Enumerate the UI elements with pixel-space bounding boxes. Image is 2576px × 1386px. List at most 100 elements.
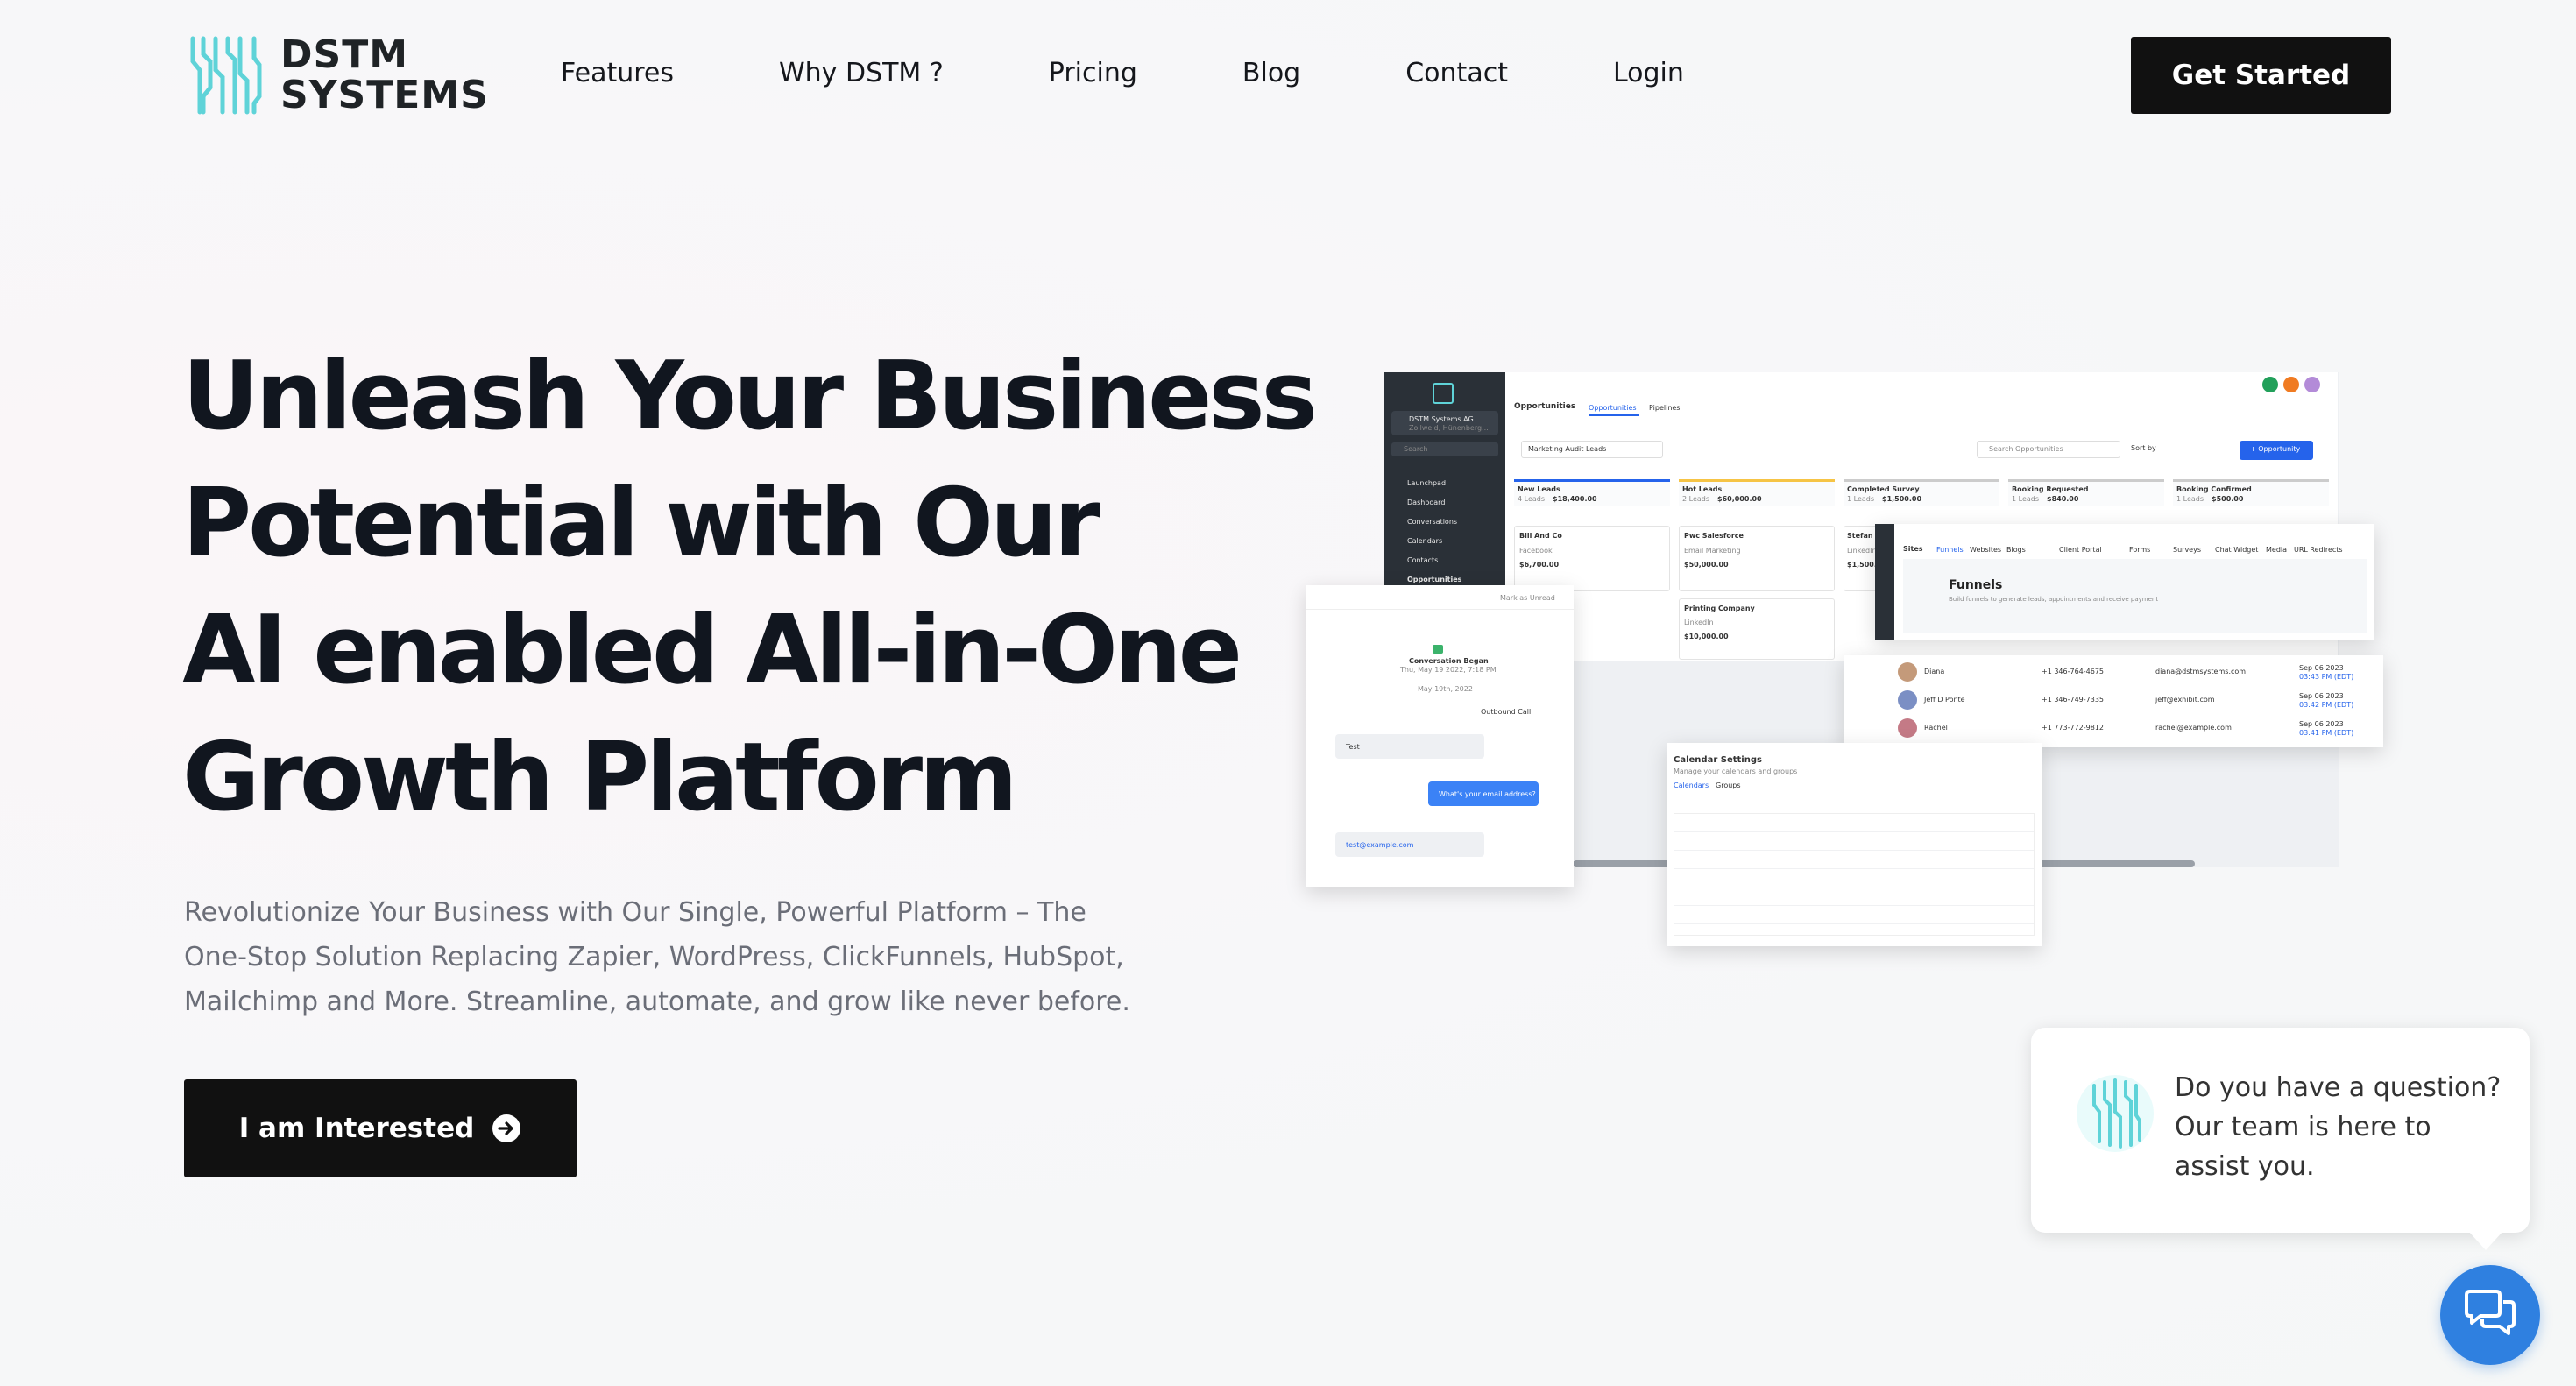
calendar-table: [1674, 813, 2035, 936]
brand-logo[interactable]: DSTM SYSTEMS: [184, 35, 489, 116]
stage-count: 1 Leads: [2012, 495, 2040, 503]
add-opportunity-label: + Opportunity: [2250, 445, 2301, 453]
contact-phone: +1 346-749-7335: [2042, 696, 2105, 704]
sites-tab[interactable]: Funnels: [1936, 546, 1964, 554]
nav-features[interactable]: Features: [561, 58, 674, 88]
tab-pipelines[interactable]: Pipelines: [1649, 404, 1680, 412]
avatar: [1898, 718, 1917, 738]
phone-icon[interactable]: [2262, 377, 2278, 392]
sites-tab[interactable]: Chat Widget: [2215, 546, 2258, 554]
stage-value: $1,500.00: [1882, 495, 1922, 503]
calendar-tab[interactable]: Calendars: [1674, 781, 1709, 789]
stage-value: $18,400.00: [1553, 495, 1597, 503]
nav-contact[interactable]: Contact: [1405, 58, 1508, 88]
sort-button[interactable]: Sort by: [2131, 444, 2156, 452]
contact-email: rachel@example.com: [2155, 724, 2232, 732]
hero-subtitle-line: Revolutionize Your Business with Our Sin…: [184, 897, 1086, 928]
sites-tab[interactable]: URL Redirects: [2294, 546, 2343, 554]
hero-title-line: Unleash Your Business: [182, 342, 1318, 451]
chat-avatar-logo-icon: [2077, 1075, 2154, 1152]
pipeline-select-value: Marketing Audit Leads: [1528, 445, 1607, 453]
calendar-settings-title: Calendar Settings: [1674, 755, 1762, 765]
stage-name: Completed Survey: [1847, 485, 1920, 493]
stage-count: 1 Leads: [2176, 495, 2204, 503]
conversation-panel: Mark as Unread Conversation Began Thu, M…: [1306, 585, 1574, 887]
outgoing-message-text: What's your email address?: [1439, 790, 1536, 798]
contact-date: Sep 06 2023: [2299, 664, 2344, 672]
brand-wordmark: DSTM SYSTEMS: [280, 35, 489, 116]
stage-name: Booking Confirmed: [2176, 485, 2252, 493]
contact-name[interactable]: Diana: [1924, 668, 1944, 675]
sidebar-item-launchpad[interactable]: Launchpad: [1407, 479, 1446, 487]
sites-tab[interactable]: Client Portal: [2059, 546, 2102, 554]
nav-why-dstm[interactable]: Why DSTM ?: [779, 58, 944, 88]
sites-sidebar: [1875, 524, 1894, 640]
contact-phone: +1 346-764-4675: [2042, 668, 2105, 675]
chat-prompt-text: Do you have a question? Our team is here…: [2175, 1068, 2508, 1186]
avatar[interactable]: [2304, 377, 2320, 392]
date-pill: May 19th, 2022: [1418, 685, 1473, 693]
stage-count: 2 Leads: [1682, 495, 1710, 503]
site-header: DSTM SYSTEMS Features Why DSTM ? Pricing…: [0, 0, 2576, 153]
card-source: LinkedIn: [1684, 619, 1714, 626]
card-value: $50,000.00: [1684, 561, 1729, 569]
hero-title-line: Potential with Our: [182, 469, 1100, 578]
nav-blog[interactable]: Blog: [1242, 58, 1300, 88]
avatar: [1898, 662, 1917, 682]
nav-login[interactable]: Login: [1613, 58, 1684, 88]
sites-tab[interactable]: Forms: [2129, 546, 2150, 554]
sidebar-item-contacts[interactable]: Contacts: [1407, 556, 1438, 564]
brand-line-2: SYSTEMS: [280, 73, 489, 117]
hero-title: Unleash Your Business Potential with Our…: [182, 333, 1318, 841]
sites-tab[interactable]: Websites: [1970, 546, 2001, 554]
contact-name[interactable]: Rachel: [1924, 724, 1948, 732]
incoming-email-text: test@example.com: [1346, 841, 1414, 849]
mark-unread-link[interactable]: Mark as Unread: [1500, 594, 1555, 602]
outbound-call-label: Outbound Call: [1481, 708, 1532, 716]
sidebar-item-opportunities[interactable]: Opportunities: [1407, 576, 1461, 583]
card-name: Printing Company: [1684, 605, 1755, 612]
nav-pricing[interactable]: Pricing: [1049, 58, 1137, 88]
mockup-sidebar: DSTM Systems AG Zollweid, Hünenberg... S…: [1384, 372, 1505, 591]
main-nav: Features Why DSTM ? Pricing Blog Contact…: [561, 58, 1684, 88]
stage-value: $60,000.00: [1717, 495, 1762, 503]
avatar: [1898, 690, 1917, 710]
calendar-tab[interactable]: Groups: [1716, 781, 1741, 789]
sites-tab[interactable]: Surveys: [2173, 546, 2201, 554]
sidebar-search-label: Search: [1404, 445, 1428, 453]
hero-subtitle-line: Mailchimp and More. Streamline, automate…: [184, 986, 1130, 1017]
hero-subtitle: Revolutionize Your Business with Our Sin…: [184, 890, 1183, 1024]
sidebar-account-name: DSTM Systems AG: [1409, 415, 1474, 423]
hero-title-line: AI enabled All-in-One: [182, 596, 1242, 705]
chat-line: assist you.: [2175, 1151, 2315, 1182]
contact-date: Sep 06 2023: [2299, 692, 2344, 700]
card-source: LinkedIn: [1847, 547, 1877, 555]
calendar-settings-subtitle: Manage your calendars and groups: [1674, 767, 1798, 775]
chat-prompt-bubble[interactable]: Do you have a question? Our team is here…: [2031, 1028, 2530, 1250]
contact-email: diana@dstmsystems.com: [2155, 668, 2247, 675]
stage-value: $500.00: [2212, 495, 2244, 503]
contact-name[interactable]: Jeff D Ponte: [1924, 696, 1965, 704]
sites-tab[interactable]: Blogs: [2006, 546, 2026, 554]
tab-opportunities[interactable]: Opportunities: [1589, 404, 1637, 412]
card-name: Pwc Salesforce: [1684, 532, 1744, 540]
stage-count: 4 Leads: [1518, 495, 1546, 503]
card-source: Email Marketing: [1684, 547, 1741, 555]
sidebar-item-calendars[interactable]: Calendars: [1407, 537, 1442, 545]
sidebar-item-conversations[interactable]: Conversations: [1407, 518, 1457, 526]
sites-tab[interactable]: Media: [2266, 546, 2287, 554]
conversation-started-date: Thu, May 19 2022, 7:18 PM: [1400, 666, 1497, 674]
header-status-icons: [2262, 377, 2320, 392]
conversation-started: Conversation Began: [1409, 657, 1489, 665]
sidebar-item-dashboard[interactable]: Dashboard: [1407, 499, 1445, 506]
opportunity-search-placeholder: Search Opportunities: [1989, 445, 2063, 453]
interested-button[interactable]: I am Interested: [184, 1079, 577, 1177]
contact-phone: +1 773-772-9812: [2042, 724, 2105, 732]
sidebar-account-sub: Zollweid, Hünenberg...: [1409, 424, 1489, 432]
chat-launcher-button[interactable]: [2440, 1265, 2540, 1365]
contact-time: 03:43 PM (EDT): [2299, 673, 2354, 681]
bell-icon[interactable]: [2283, 377, 2299, 392]
brand-line-1: DSTM: [280, 32, 409, 77]
get-started-button[interactable]: Get Started: [2131, 37, 2391, 114]
chat-bubbles-icon: [2465, 1290, 2516, 1335]
